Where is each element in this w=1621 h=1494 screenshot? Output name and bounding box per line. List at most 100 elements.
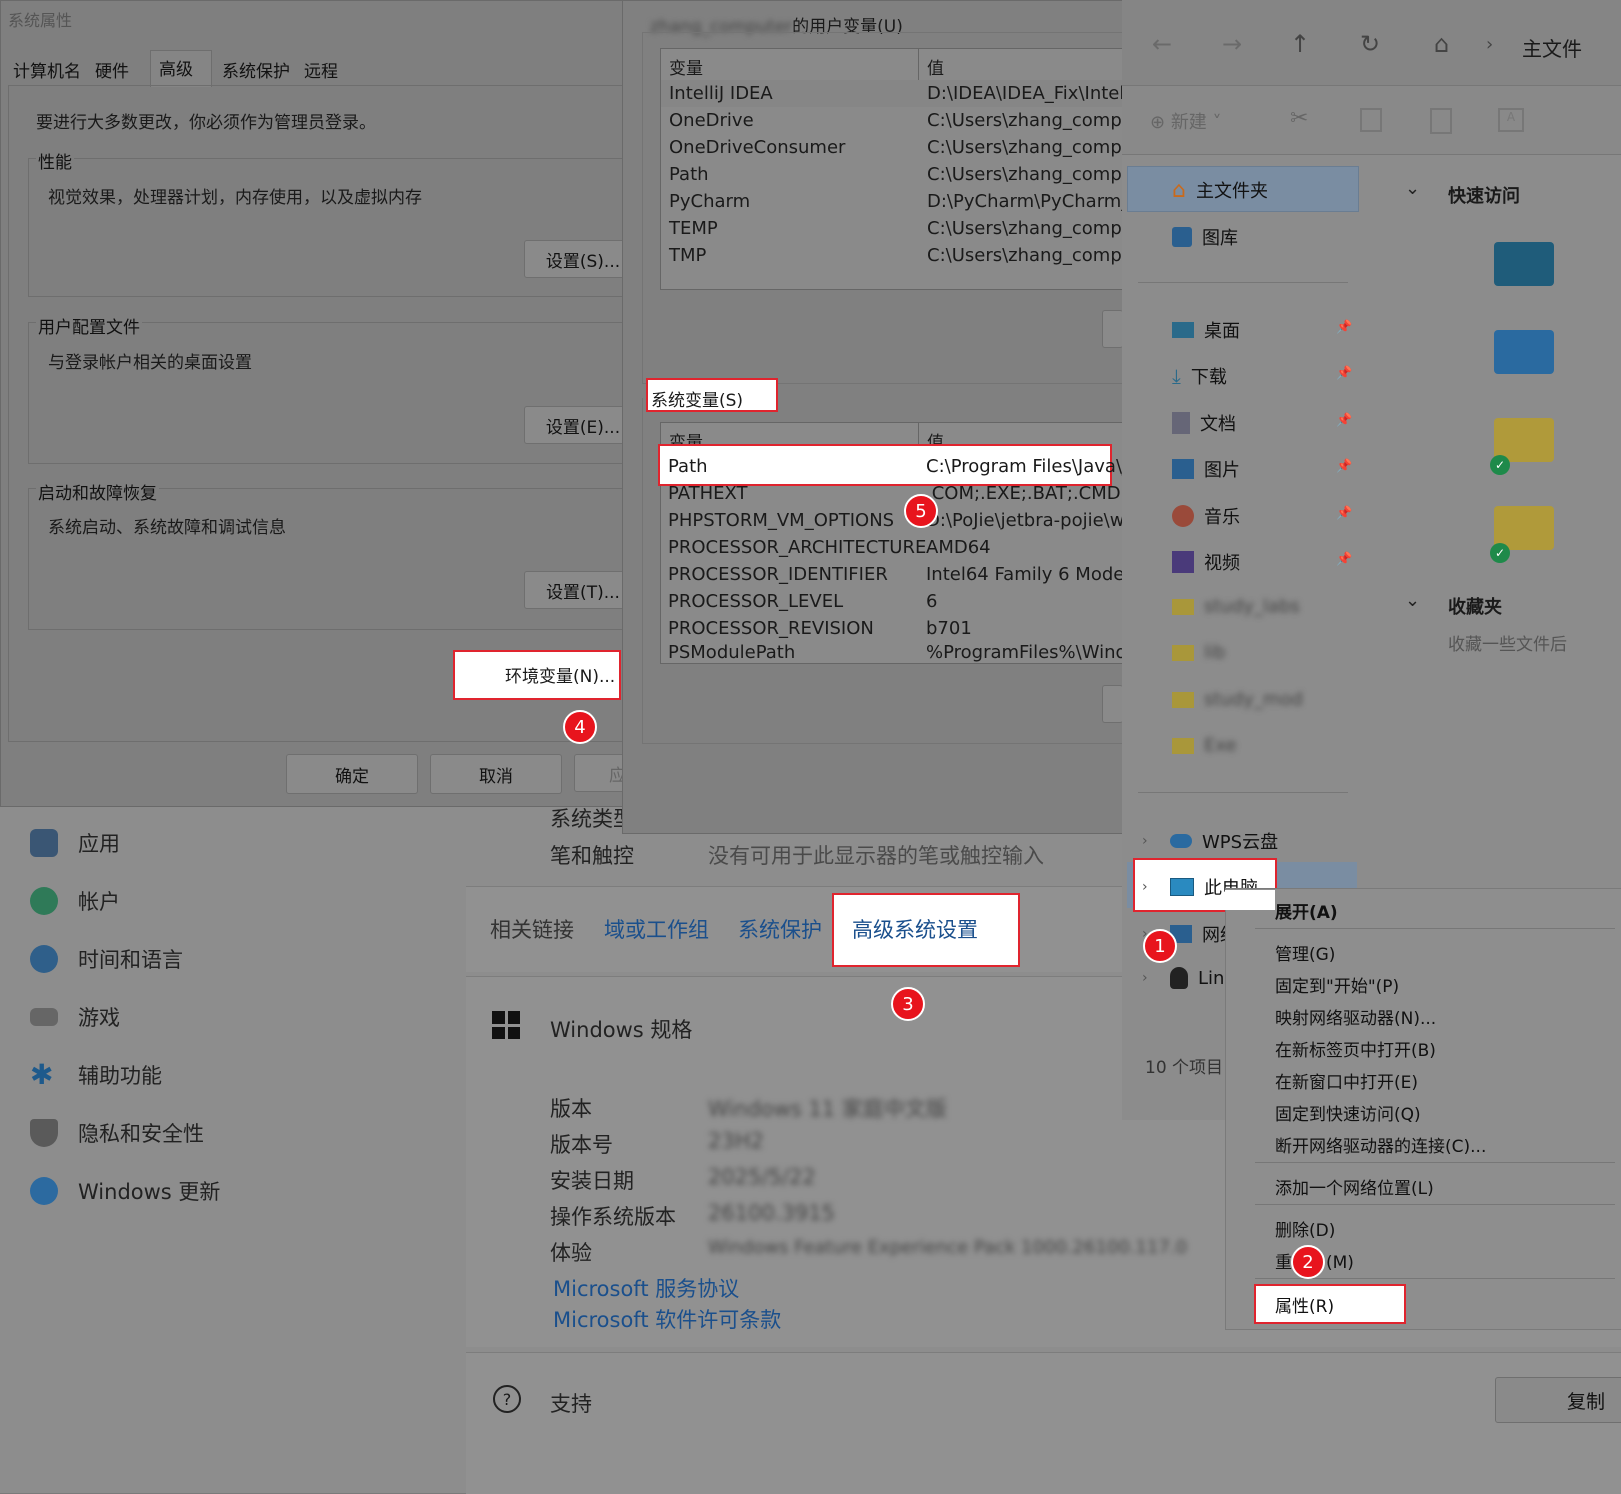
table-row[interactable]: TMP C:\Users\zhang_compute [661, 242, 1123, 269]
cancel-button[interactable]: 取消 [430, 754, 562, 794]
support-label: 支持 [550, 1392, 592, 1416]
up-arrow-icon[interactable]: ↑ [1290, 30, 1310, 58]
nav-gallery[interactable]: 图库 [1172, 224, 1238, 250]
menu-disconnect-drive[interactable]: 断开网络驱动器的连接(C)... [1275, 1132, 1486, 1157]
nav-music[interactable]: 音乐 [1172, 503, 1240, 529]
menu-delete[interactable]: 删除(D) [1275, 1216, 1335, 1241]
desktop-folder-icon[interactable] [1494, 242, 1554, 286]
link-service-agreement[interactable]: Microsoft 服务协议 [553, 1273, 739, 1303]
cut-icon[interactable]: ✂ [1290, 106, 1308, 131]
forward-arrow-icon[interactable]: → [1222, 30, 1242, 58]
env-vars-button[interactable]: 环境变量(N)... [505, 662, 615, 687]
windows-spec-title: Windows 规格 [550, 1018, 693, 1042]
table-row[interactable]: PSModulePath %ProgramFiles%\Windo [660, 642, 1122, 662]
nav-privacy[interactable]: 隐私和安全性 [30, 1118, 204, 1148]
table-row[interactable]: Path C:\Program Files\Java\jd [660, 453, 1138, 480]
nav-gaming[interactable]: 游戏 [30, 1002, 120, 1032]
var-value: Intel64 Family 6 Model [926, 564, 1130, 585]
tab-computer-name[interactable]: 计算机名 [13, 57, 81, 82]
step-badge-3: 3 [891, 987, 925, 1021]
new-button[interactable]: ⊕ 新建 ˅ [1150, 108, 1222, 134]
profile-title: 用户配置文件 [36, 313, 142, 338]
nav-home[interactable]: ⌂ 主文件夹 [1172, 177, 1268, 203]
link-domain-workgroup[interactable]: 域或工作组 [604, 914, 709, 944]
table-row[interactable]: PATHEXT .COM;.EXE;.BAT;.CMD;.V [660, 480, 1145, 507]
table-row[interactable]: Path C:\Users\zhang_compute [661, 161, 1123, 188]
link-advanced-system-settings[interactable]: 高级系统设置 [852, 914, 978, 944]
back-arrow-icon[interactable]: ← [1152, 30, 1172, 58]
user-vars-table[interactable]: 变量 值 IntelliJ IDEA D:\IDEA\IDEA_Fix\Intel… [660, 48, 1124, 290]
home-icon[interactable]: ⌂ [1434, 30, 1449, 58]
table-row[interactable]: PROCESSOR_IDENTIFIER Intel64 Family 6 Mod… [660, 561, 1129, 588]
nav-documents[interactable]: 文档 [1172, 410, 1236, 436]
nav-folder[interactable]: study_labs [1172, 596, 1300, 617]
table-row[interactable]: OneDrive C:\Users\zhang_compute [661, 107, 1123, 134]
nav-apps-label: 应用 [78, 832, 120, 856]
nav-accounts[interactable]: 帐户 [30, 886, 120, 916]
nav-windows-update[interactable]: Windows 更新 [30, 1176, 220, 1206]
tab-system-protection[interactable]: 系统保护 [222, 57, 290, 82]
table-row[interactable]: PROCESSOR_LEVEL 6 [660, 588, 1122, 615]
gamepad-icon [30, 1008, 58, 1026]
menu-manage[interactable]: 管理(G) [1275, 940, 1335, 965]
rename-icon[interactable]: A [1498, 108, 1524, 132]
ok-button[interactable]: 确定 [286, 754, 418, 794]
nav-pictures-label: 图片 [1204, 460, 1240, 481]
var-value: %ProgramFiles%\Windo [926, 642, 1122, 662]
nav-downloads[interactable]: ⤓ 下载 [1172, 363, 1227, 389]
copy-button[interactable]: 复制 [1495, 1377, 1621, 1423]
nav-videos[interactable]: 视频 [1172, 549, 1240, 575]
windows-logo-icon [492, 1011, 520, 1039]
table-row[interactable]: PHPSTORM_VM_OPTIONS D:\PoJie\jetbra-pojie… [660, 507, 1129, 534]
favorites-title[interactable]: 收藏夹 [1448, 593, 1502, 619]
tab-advanced[interactable]: 高级 [159, 55, 193, 80]
nav-desktop[interactable]: 桌面 [1172, 317, 1240, 343]
table-row[interactable]: PyCharm D:\PyCharm\PyCharm_F [661, 188, 1123, 215]
folder-label: study_labs [1204, 596, 1300, 617]
menu-pin-start[interactable]: 固定到"开始"(P) [1275, 972, 1399, 997]
system-new-button[interactable] [1102, 685, 1123, 723]
table-row[interactable]: IntelliJ IDEA D:\IDEA\IDEA_Fix\Intelli [661, 80, 1123, 107]
table-row[interactable]: PROCESSOR_REVISION b701 [660, 615, 1122, 642]
menu-properties[interactable]: 属性(R) [1275, 1292, 1334, 1317]
nav-divider [1138, 282, 1348, 283]
quick-access-title[interactable]: 快速访问 [1448, 182, 1520, 208]
var-name: IntelliJ IDEA [669, 83, 773, 104]
menu-open-new-tab[interactable]: 在新标签页中打开(B) [1275, 1036, 1436, 1061]
nav-accessibility[interactable]: ✱ 辅助功能 [30, 1060, 162, 1090]
paste-icon[interactable] [1430, 108, 1452, 134]
breadcrumb[interactable]: 主文件 [1522, 33, 1582, 62]
table-row[interactable]: OneDriveConsumer C:\Users\zhang_compute [661, 134, 1123, 161]
nav-videos-label: 视频 [1204, 553, 1240, 574]
menu-expand[interactable]: 展开(A) [1275, 898, 1338, 923]
refresh-icon[interactable]: ↻ [1360, 30, 1380, 58]
tab-remote[interactable]: 远程 [304, 57, 338, 82]
nav-apps[interactable]: 应用 [30, 828, 120, 858]
menu-add-network-location[interactable]: 添加一个网络位置(L) [1275, 1174, 1434, 1199]
var-value: C:\Users\zhang_compute [927, 245, 1123, 266]
nav-time-language[interactable]: 时间和语言 [30, 944, 183, 974]
pen-value: 没有可用于此显示器的笔或触控输入 [708, 844, 1044, 868]
nav-folder[interactable]: study_mod [1172, 689, 1303, 710]
chevron-down-icon[interactable]: ⌄ [1405, 590, 1420, 611]
menu-pin-quick-access[interactable]: 固定到快速访问(Q) [1275, 1100, 1421, 1125]
pin-icon: 📌 [1336, 320, 1353, 335]
nav-update-label: Windows 更新 [78, 1180, 221, 1204]
menu-open-new-window[interactable]: 在新窗口中打开(E) [1275, 1068, 1418, 1093]
pin-icon: 📌 [1336, 506, 1353, 521]
nav-folder[interactable]: Exe [1172, 735, 1237, 756]
link-system-protection[interactable]: 系统保护 [738, 914, 822, 944]
user-new-button[interactable] [1102, 310, 1123, 348]
link-license-terms[interactable]: Microsoft 软件许可条款 [553, 1304, 781, 1334]
support-card [466, 1352, 1621, 1494]
pictures-folder-icon[interactable] [1494, 330, 1554, 374]
table-row[interactable]: TEMP C:\Users\zhang_compute [661, 215, 1123, 242]
chevron-down-icon[interactable]: ⌄ [1405, 178, 1420, 199]
copy-icon[interactable] [1360, 108, 1382, 132]
table-row[interactable]: PROCESSOR_ARCHITECTURE AMD64 [660, 534, 1122, 561]
tab-hardware[interactable]: 硬件 [95, 57, 129, 82]
nav-folder[interactable]: lib [1172, 642, 1225, 663]
nav-pictures[interactable]: 图片 [1172, 456, 1240, 482]
menu-map-drive[interactable]: 映射网络驱动器(N)... [1275, 1004, 1436, 1029]
nav-wps-cloud[interactable]: › WPS云盘 [1142, 828, 1278, 854]
